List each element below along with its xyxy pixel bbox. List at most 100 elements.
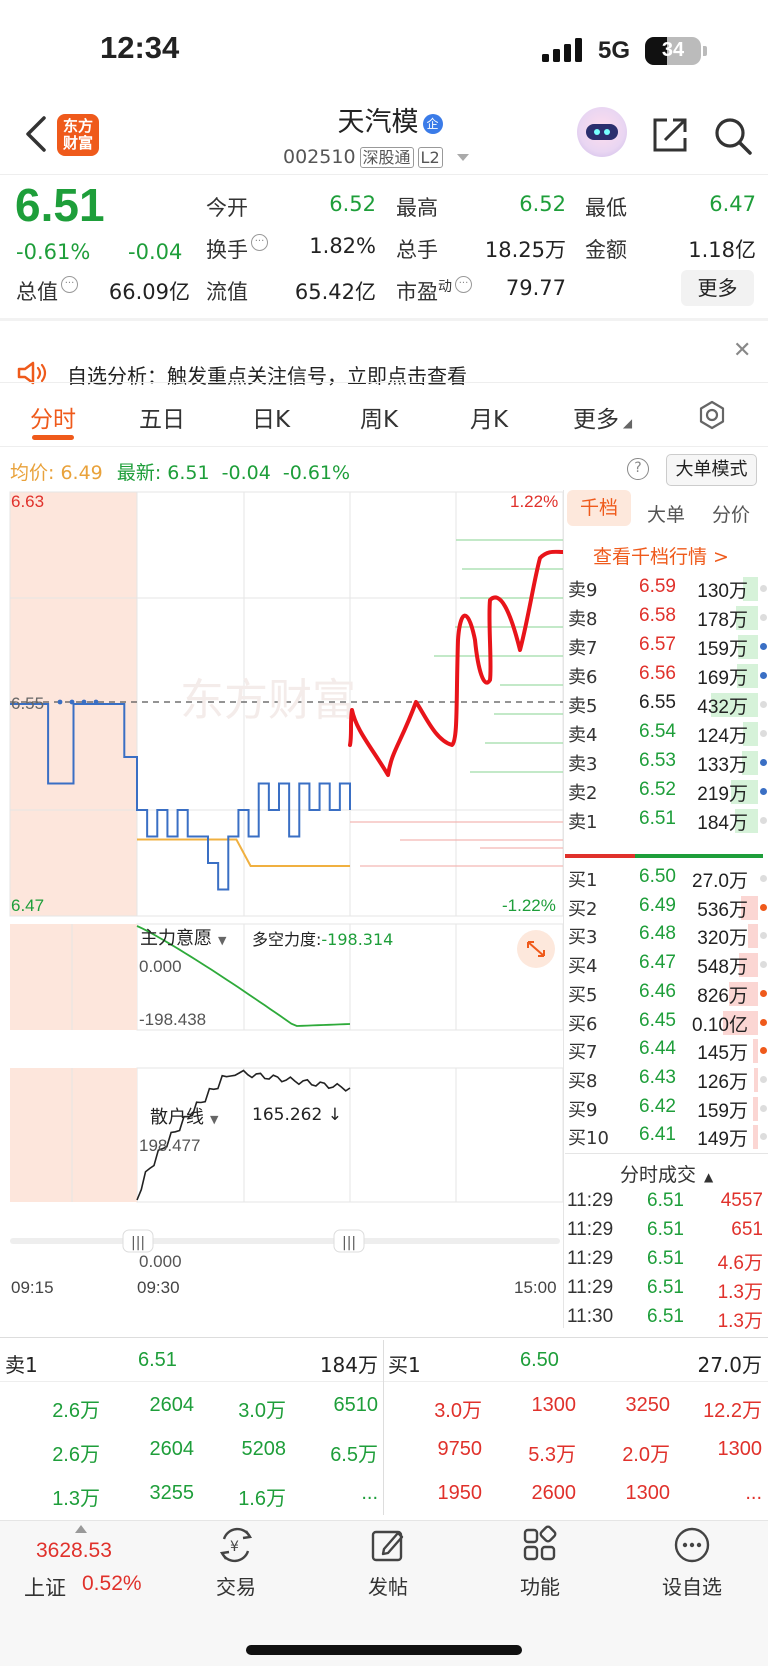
- bid-dot: [760, 1133, 767, 1141]
- queue-sell-cell: 2.6万: [52, 1444, 100, 1466]
- ask-row[interactable]: 卖1 6.51 184万: [565, 806, 768, 836]
- bid-row[interactable]: 买7 6.44 145万: [565, 1036, 768, 1066]
- bid-label: 买1: [568, 870, 598, 891]
- enterprise-badge: 企: [422, 113, 443, 134]
- ask-price: 6.51: [639, 808, 676, 829]
- more-button[interactable]: 更多: [681, 270, 754, 306]
- stock-subtitle[interactable]: 002510 深股通 L2: [283, 144, 469, 168]
- trade-time: 11:29: [567, 1219, 614, 1240]
- network-label: 5G: [598, 37, 631, 64]
- trades-title[interactable]: 分时成交 ▲: [620, 1160, 713, 1187]
- tab-weekly-k[interactable]: 周K: [360, 400, 398, 434]
- info-icon[interactable]: ···: [61, 276, 78, 293]
- high-value: 6.52: [519, 192, 566, 216]
- ind1-preopen-shade: [10, 924, 137, 1030]
- bid-price: 6.41: [639, 1124, 676, 1146]
- intraday-chart[interactable]: 东方财富 ||| |||: [0, 490, 563, 1320]
- ask-volume: 130万: [697, 581, 748, 602]
- search-icon[interactable]: [713, 116, 753, 156]
- ask-row[interactable]: 卖6 6.56 169万: [565, 661, 768, 691]
- bid-dot: [760, 989, 767, 997]
- tab-more[interactable]: 更多 ◢: [573, 400, 632, 434]
- ask-dot: [760, 730, 767, 737]
- ask-price: 6.52: [639, 779, 676, 800]
- back-icon[interactable]: [22, 114, 52, 154]
- bid-dot: [760, 1104, 767, 1112]
- bid-label: 买8: [568, 1070, 598, 1092]
- bid-row[interactable]: 买2 6.49 536万: [565, 893, 768, 923]
- queue-sell-cell: 1.6万: [238, 1488, 286, 1510]
- pct-bottom-label: -1.22%: [502, 896, 556, 915]
- ask-row[interactable]: 卖5 6.55 432万: [565, 690, 768, 720]
- ask-label: 卖6: [568, 667, 598, 688]
- ask-dot: [760, 614, 767, 621]
- logo-text: 东方财富: [62, 117, 93, 152]
- ask-row[interactable]: 卖9 6.59 130万: [565, 574, 768, 604]
- trade-time: 11:29: [567, 1190, 614, 1211]
- price-point: [93, 699, 99, 705]
- tab-5day[interactable]: 五日: [139, 400, 185, 434]
- ind2-selector[interactable]: 散户线 ▼: [150, 1103, 218, 1129]
- bid-dot: [760, 932, 767, 940]
- info-icon[interactable]: ···: [251, 234, 268, 251]
- chevron-down-icon: ▼: [210, 1113, 219, 1126]
- queue-buy-price: 6.50: [520, 1349, 559, 1371]
- info-icon[interactable]: ···: [455, 276, 472, 293]
- bid-row[interactable]: 买4 6.47 548万: [565, 950, 768, 980]
- help-icon[interactable]: ?: [627, 458, 649, 480]
- high-label: 最高: [396, 196, 438, 220]
- bid-row[interactable]: 买8 6.43 126万: [565, 1065, 768, 1095]
- share-icon[interactable]: [651, 116, 689, 154]
- index-price[interactable]: 3628.53: [36, 1539, 112, 1563]
- orderbook-divider: [563, 490, 564, 1328]
- queue-sell-cell: 6510: [333, 1394, 379, 1416]
- low-value: 6.47: [709, 192, 756, 216]
- nav-add-watchlist[interactable]: 设自选: [642, 1525, 742, 1600]
- level2-tag: L2: [417, 147, 443, 168]
- bid-volume: 159万: [697, 1100, 748, 1122]
- y-max-label: 6.63: [11, 492, 45, 511]
- avg-value: 6.49: [60, 462, 103, 484]
- grid-icon: [523, 1525, 557, 1561]
- ask-label: 卖2: [568, 783, 598, 804]
- close-icon[interactable]: ✕: [733, 338, 751, 363]
- bid-row[interactable]: 买5 6.46 826万: [565, 979, 768, 1009]
- tab-intraday[interactable]: 分时: [30, 400, 76, 434]
- ask-row[interactable]: 卖8 6.58 178万: [565, 603, 768, 633]
- tab-daily-k[interactable]: 日K: [252, 400, 290, 434]
- bid-row[interactable]: 买6 6.45 0.10亿: [565, 1008, 768, 1038]
- bid-row[interactable]: 买1 6.50 27.0万: [565, 864, 768, 894]
- nav-functions[interactable]: 功能: [490, 1525, 590, 1600]
- notice-text[interactable]: 自选分析：触发重点关注信号，立即点击查看: [67, 360, 467, 389]
- bid-row[interactable]: 买10 6.41 149万: [565, 1122, 768, 1152]
- gear-icon[interactable]: [697, 400, 727, 430]
- nav-post[interactable]: 发帖: [338, 1525, 438, 1600]
- trades-divider: [565, 1153, 768, 1154]
- index-name[interactable]: 上证: [24, 1572, 66, 1602]
- queue-sell-cell: 2.6万: [52, 1400, 100, 1422]
- trade-price: 6.51: [647, 1248, 684, 1269]
- ind2-preopen-shade: [10, 1068, 137, 1202]
- index-pct[interactable]: 0.52%: [82, 1572, 142, 1596]
- bid-label: 买4: [568, 956, 598, 978]
- ask-row[interactable]: 卖4 6.54 124万: [565, 719, 768, 749]
- tab-monthly-k[interactable]: 月K: [470, 400, 508, 434]
- latest-change: -0.04: [221, 462, 271, 484]
- bid-row[interactable]: 买3 6.48 320万: [565, 921, 768, 951]
- bid-price: 6.46: [639, 980, 676, 1002]
- battery-icon: 34: [645, 37, 701, 65]
- assistant-robot-icon[interactable]: [577, 107, 627, 157]
- trades-title-text: 分时成交: [620, 1164, 697, 1186]
- bid-row[interactable]: 买9 6.42 159万: [565, 1094, 768, 1124]
- ind1-selector[interactable]: 主力意愿 ▼: [140, 924, 226, 950]
- bid-dot: [760, 1075, 767, 1083]
- pe-sup: 动: [438, 279, 452, 295]
- ask-row[interactable]: 卖7 6.57 159万: [565, 632, 768, 662]
- nav-trade[interactable]: ¥ 交易: [186, 1525, 286, 1600]
- volume-value: 18.25万: [484, 238, 566, 262]
- ask-row[interactable]: 卖2 6.52 219万: [565, 777, 768, 807]
- ask-row[interactable]: 卖3 6.53 133万: [565, 748, 768, 778]
- bid-volume: 320万: [697, 928, 748, 950]
- trade-volume: 4557: [720, 1190, 763, 1211]
- big-order-mode-button[interactable]: 大单模式: [666, 454, 757, 486]
